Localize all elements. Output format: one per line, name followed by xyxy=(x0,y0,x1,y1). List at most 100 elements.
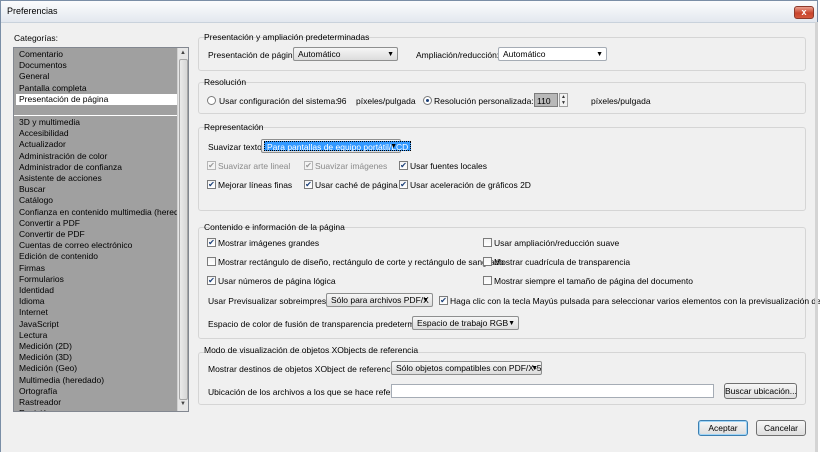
blend-space-dropdown[interactable]: Espacio de trabajo RGB ▼ xyxy=(412,316,519,330)
category-item[interactable]: Ortografía xyxy=(19,386,57,397)
category-item[interactable]: Accesibilidad xyxy=(19,128,69,139)
category-item[interactable]: Presentación de página xyxy=(19,94,108,105)
category-item[interactable]: General xyxy=(19,71,49,82)
xobjects-location-label: Ubicación de los archivos a los que se h… xyxy=(208,387,416,397)
smooth-text-dropdown[interactable]: Para pantallas de equipo portátil/LCD ▼ xyxy=(261,139,412,153)
category-item[interactable]: Administrador de confianza xyxy=(19,162,122,173)
system-resolution-value: 96 xyxy=(337,96,347,106)
category-item[interactable]: Convertir a PDF xyxy=(19,218,80,229)
system-resolution-unit: píxeles/pulgada xyxy=(356,96,416,106)
xobjects-title: Modo de visualización de objetos XObject… xyxy=(204,345,419,355)
page-cache-checkbox[interactable]: ✔ xyxy=(304,180,313,189)
local-fonts-label: Usar fuentes locales xyxy=(410,161,488,171)
smooth-lineart-label: Suavizar arte lineal xyxy=(218,161,291,171)
content-title: Contenido e información de la página xyxy=(204,222,345,232)
thin-lines-checkbox[interactable]: ✔ xyxy=(207,180,216,189)
smooth-images-label: Suavizar imágenes xyxy=(315,161,388,171)
logical-numbers-checkbox[interactable]: ✔ xyxy=(207,276,216,285)
page-layout-dropdown[interactable]: Automático ▼ xyxy=(293,47,398,61)
overprint-label: Usar Previsualizar sobreimpresión: xyxy=(208,296,340,306)
thin-lines-label: Mejorar líneas finas xyxy=(218,180,293,190)
category-item[interactable]: Buscar xyxy=(19,184,45,195)
dropdown-arrow-icon: ▼ xyxy=(596,51,603,58)
category-item[interactable]: Firmas xyxy=(19,263,45,274)
category-item[interactable]: Lectura xyxy=(19,330,47,341)
xobjects-show-value: Sólo objetos compatibles con PDF/X-5 xyxy=(396,363,542,373)
categories-label: Categorías: xyxy=(14,33,58,43)
dropdown-arrow-icon: ▼ xyxy=(508,320,515,327)
smooth-text-label: Suavizar texto: xyxy=(208,142,265,152)
ok-button[interactable]: Aceptar xyxy=(698,420,748,436)
smooth-zoom-label: Usar ampliación/reducción suave xyxy=(494,238,620,248)
large-images-checkbox[interactable]: ✔ xyxy=(207,238,216,247)
category-item[interactable]: 3D y multimedia xyxy=(19,117,80,128)
zoom-value: Automático xyxy=(503,49,546,59)
category-item[interactable]: Asistente de acciones xyxy=(19,173,102,184)
dropdown-arrow-icon: ▼ xyxy=(390,143,397,150)
category-item[interactable]: Multimedia (heredado) xyxy=(19,375,104,386)
category-item[interactable]: Documentos xyxy=(19,60,67,71)
layout-zoom-title: Presentación y ampliación predeterminada… xyxy=(204,32,370,42)
spin-down-icon[interactable]: ▼ xyxy=(561,100,566,106)
overprint-dropdown[interactable]: Sólo para archivos PDF/X ▼ xyxy=(326,293,433,307)
category-item[interactable]: Edición de contenido xyxy=(19,251,98,262)
always-page-size-checkbox[interactable] xyxy=(483,276,492,285)
category-item[interactable]: Confianza en contenido multimedia (hered… xyxy=(19,207,188,218)
scroll-thumb[interactable] xyxy=(179,59,188,400)
scroll-up-icon[interactable]: ▲ xyxy=(180,50,186,56)
transparency-grid-label: Mostrar cuadrícula de transparencia xyxy=(494,257,631,267)
resolution-stepper[interactable]: ▲ ▼ xyxy=(559,93,568,107)
window-title: Preferencias xyxy=(7,6,58,16)
xobjects-location-input[interactable] xyxy=(391,384,714,398)
category-item[interactable]: Convertir de PDF xyxy=(19,229,85,240)
category-item[interactable]: Identidad xyxy=(19,285,54,296)
zoom-dropdown[interactable]: Automático ▼ xyxy=(498,47,607,61)
category-item[interactable]: Internet xyxy=(19,307,48,318)
category-item[interactable]: Formularios xyxy=(19,274,64,285)
rendering-title: Representación xyxy=(204,122,264,132)
category-item[interactable]: Cuentas de correo electrónico xyxy=(19,240,132,251)
scroll-down-icon[interactable]: ▼ xyxy=(180,401,186,407)
system-resolution-radio[interactable] xyxy=(207,96,216,105)
categories-scrollbar[interactable]: ▲ ▼ xyxy=(177,48,188,411)
xobjects-show-dropdown[interactable]: Sólo objetos compatibles con PDF/X-5 ▼ xyxy=(391,361,542,375)
zoom-label: Ampliación/reducción: xyxy=(416,50,500,60)
close-icon: x xyxy=(801,7,807,17)
category-item[interactable]: Pantalla completa xyxy=(19,83,87,94)
close-button[interactable]: x xyxy=(794,6,814,19)
always-page-size-label: Mostrar siempre el tamaño de página del … xyxy=(494,276,693,286)
category-item[interactable]: Revisión xyxy=(19,408,52,411)
custom-resolution-value: 110 xyxy=(537,96,551,106)
custom-resolution-input[interactable]: 110 xyxy=(534,93,558,107)
smooth-lineart-checkbox[interactable]: ✔ xyxy=(207,161,216,170)
category-item[interactable]: Comentario xyxy=(19,49,63,60)
category-item[interactable]: Medición (Geo) xyxy=(19,363,77,374)
category-item[interactable]: Administración de color xyxy=(19,151,107,162)
shift-click-checkbox[interactable]: ✔ xyxy=(439,296,448,305)
category-item[interactable]: Rastreador xyxy=(19,397,61,408)
custom-resolution-radio[interactable] xyxy=(423,96,432,105)
title-bar[interactable]: Preferencias x xyxy=(1,1,817,23)
page-cache-label: Usar caché de página xyxy=(315,180,398,190)
category-item[interactable]: Idioma xyxy=(19,296,45,307)
custom-resolution-unit: píxeles/pulgada xyxy=(591,96,651,106)
gpu-2d-checkbox[interactable]: ✔ xyxy=(399,180,408,189)
transparency-grid-checkbox[interactable] xyxy=(483,257,492,266)
blend-space-value: Espacio de trabajo RGB xyxy=(417,318,509,328)
cancel-button[interactable]: Cancelar xyxy=(756,420,806,436)
dropdown-arrow-icon: ▼ xyxy=(387,51,394,58)
categories-list[interactable]: Comentario Documentos General Pantalla comp… xyxy=(13,47,189,412)
art-boxes-checkbox[interactable] xyxy=(207,257,216,266)
category-item[interactable]: Actualizador xyxy=(19,139,66,150)
category-group-1: Comentario Documentos General Pantalla comp… xyxy=(14,48,178,115)
category-item[interactable]: Medición (2D) xyxy=(19,341,72,352)
preferences-dialog: Preferencias x Categorías: Comentario Doc… xyxy=(0,0,820,452)
local-fonts-checkbox[interactable]: ✔ xyxy=(399,161,408,170)
smooth-zoom-checkbox[interactable] xyxy=(483,238,492,247)
browse-location-button[interactable]: Buscar ubicación... xyxy=(724,383,797,399)
category-item[interactable]: Catálogo xyxy=(19,195,53,206)
category-item[interactable]: Medición (3D) xyxy=(19,352,72,363)
smooth-images-checkbox[interactable]: ✔ xyxy=(304,161,313,170)
category-item[interactable]: JavaScript xyxy=(19,319,59,330)
dropdown-arrow-icon: ▼ xyxy=(422,297,429,304)
